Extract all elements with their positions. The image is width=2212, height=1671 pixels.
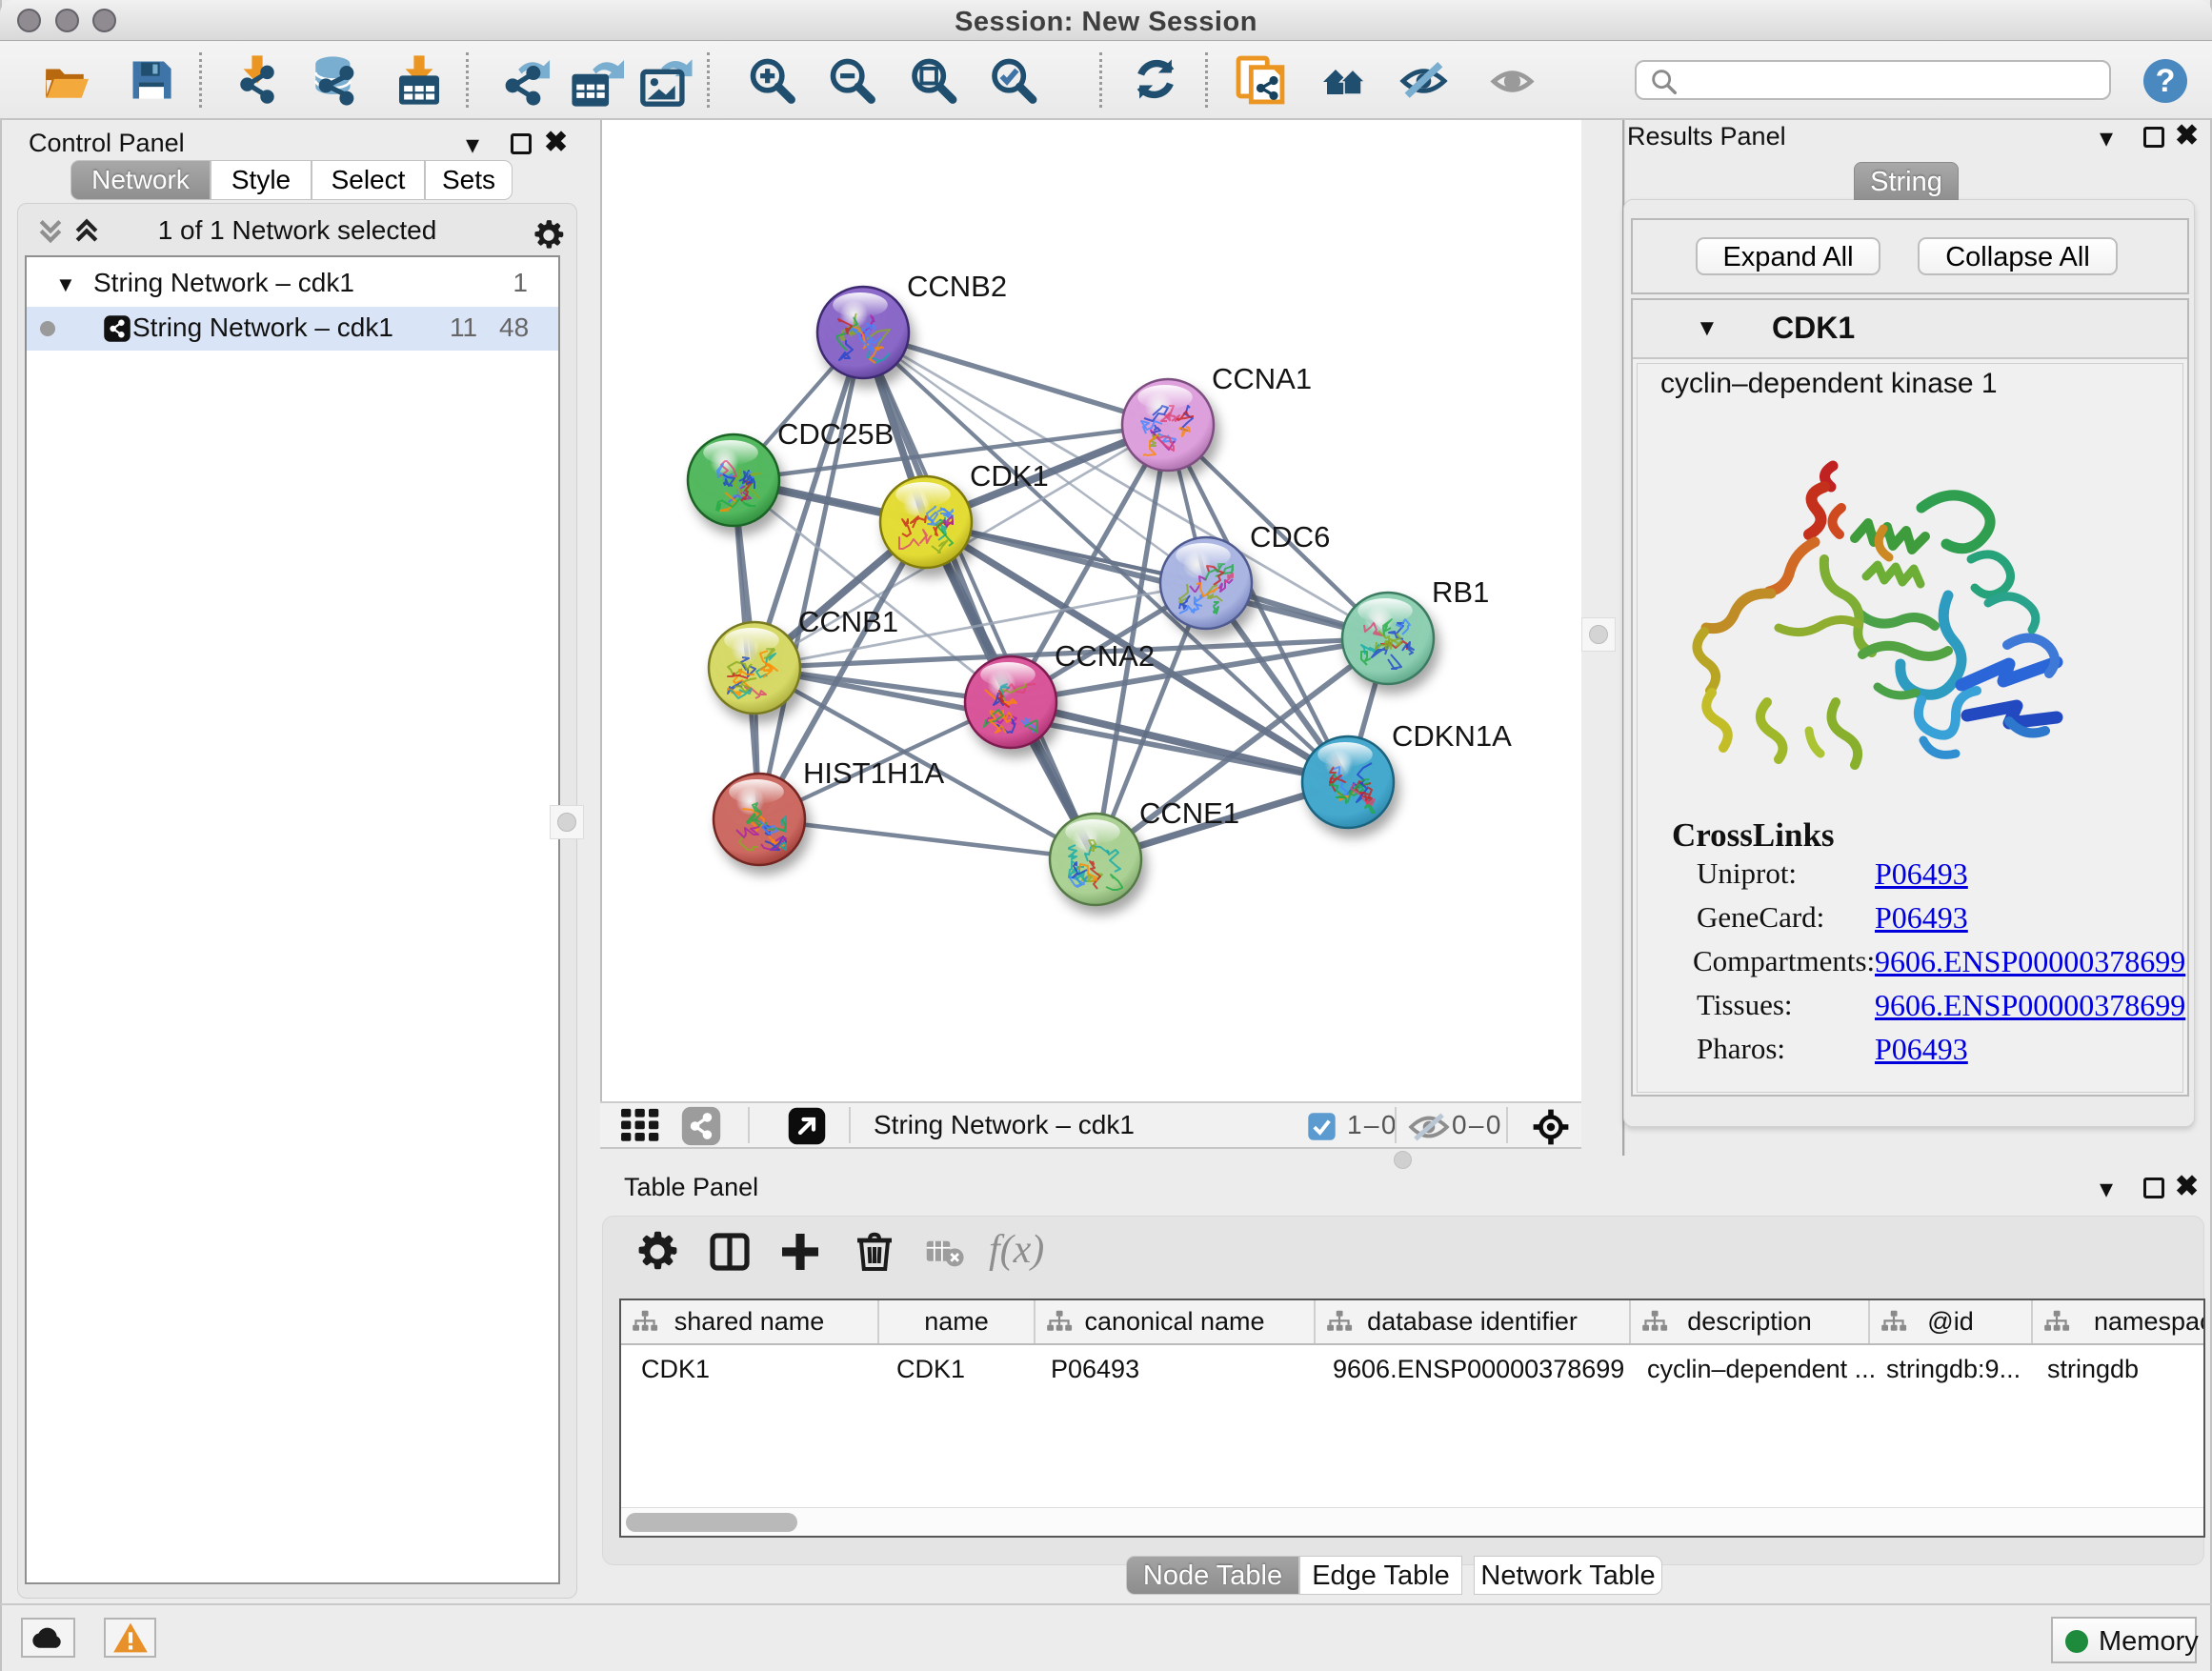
svg-text:CCNE1: CCNE1 (1139, 796, 1239, 830)
svg-text:CCNA1: CCNA1 (1212, 362, 1312, 395)
svg-text:CDKN1A: CDKN1A (1392, 719, 1512, 753)
svg-text:CCNB1: CCNB1 (798, 605, 898, 638)
svg-text:CDK1: CDK1 (970, 459, 1049, 493)
svg-text:CDC25B: CDC25B (777, 417, 894, 451)
svg-text:CCNB2: CCNB2 (907, 270, 1007, 303)
svg-text:CCNA2: CCNA2 (1055, 639, 1155, 673)
svg-text:RB1: RB1 (1432, 575, 1489, 609)
svg-text:HIST1H1A: HIST1H1A (803, 756, 944, 790)
svg-text:CDC6: CDC6 (1250, 520, 1330, 554)
